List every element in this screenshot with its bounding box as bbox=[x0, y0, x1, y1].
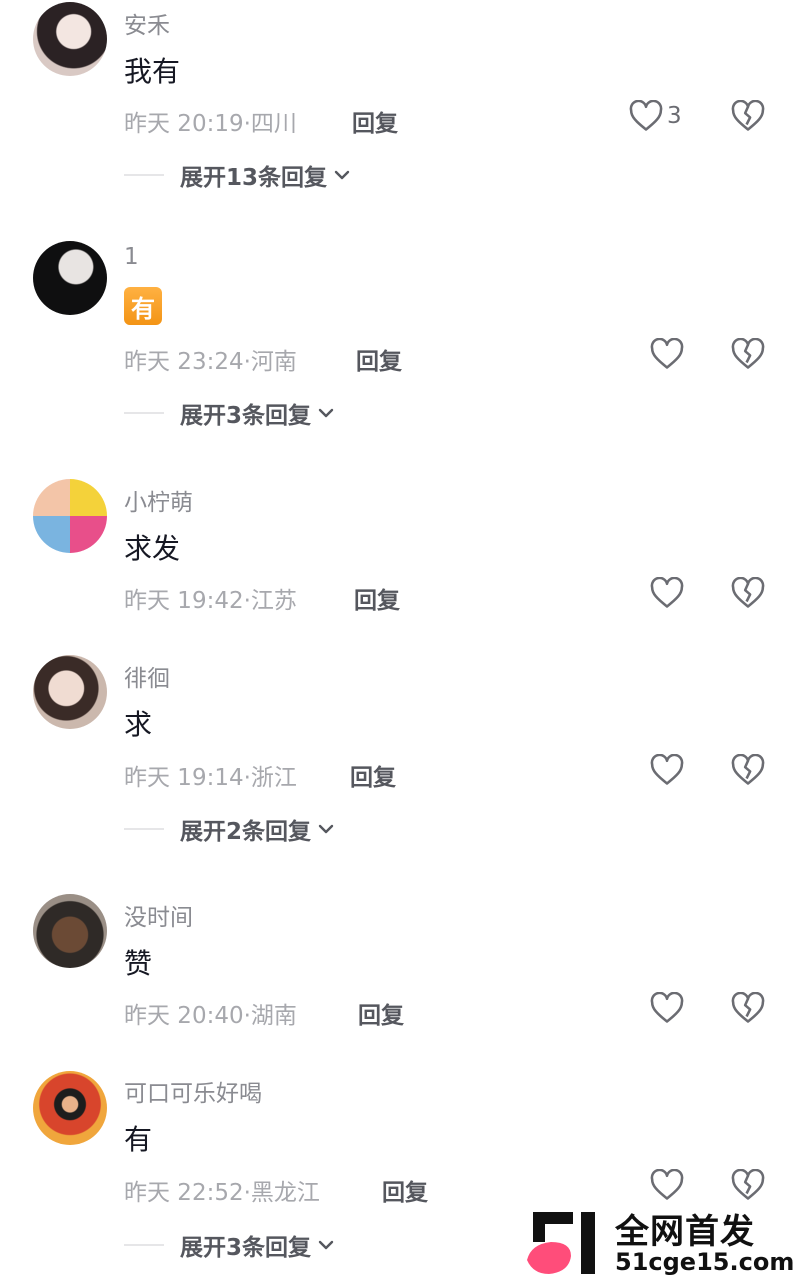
reply-button[interactable]: 回复 bbox=[350, 758, 396, 792]
expand-replies-label: 展开13条回复 bbox=[180, 165, 328, 191]
expand-replies[interactable]: 展开3条回复 bbox=[124, 396, 335, 430]
watermark-logo-icon bbox=[527, 1212, 595, 1274]
avatar[interactable] bbox=[33, 894, 107, 968]
divider bbox=[124, 828, 164, 830]
dislike-button[interactable] bbox=[731, 1168, 765, 1205]
comment-meta: 昨天 19:14·浙江 bbox=[124, 758, 297, 792]
like-button[interactable] bbox=[650, 338, 684, 370]
comment-text: 求发 bbox=[124, 532, 181, 565]
avatar[interactable] bbox=[33, 655, 107, 729]
expand-replies[interactable]: 展开2条回复 bbox=[124, 812, 335, 846]
avatar[interactable] bbox=[33, 1071, 107, 1145]
comment-meta: 昨天 23:24·河南 bbox=[124, 342, 297, 376]
divider bbox=[124, 412, 164, 414]
comment-username[interactable]: 可口可乐好喝 bbox=[124, 1074, 262, 1108]
reply-button[interactable]: 回复 bbox=[352, 104, 398, 138]
heart-outline-icon bbox=[650, 992, 684, 1023]
chevron-down-icon bbox=[318, 824, 334, 834]
reply-button[interactable]: 回复 bbox=[358, 996, 404, 1030]
dislike-button[interactable] bbox=[731, 753, 765, 790]
watermark-title: 全网首发 bbox=[615, 1212, 755, 1252]
like-button[interactable] bbox=[650, 577, 684, 609]
comment-text: 有 bbox=[124, 1123, 153, 1156]
meta-separator: · bbox=[243, 588, 251, 614]
comment-time: 昨天 22:52 bbox=[124, 1180, 244, 1206]
comment-text: 求 bbox=[124, 708, 153, 741]
like-button[interactable] bbox=[650, 1169, 684, 1201]
broken-heart-icon bbox=[731, 991, 765, 1023]
heart-outline-icon bbox=[650, 577, 684, 608]
emoji-sticker: 有 bbox=[124, 287, 162, 325]
expand-replies-label: 展开3条回复 bbox=[180, 403, 312, 429]
chevron-down-icon bbox=[318, 1240, 334, 1250]
comment-time: 昨天 20:19 bbox=[124, 111, 244, 137]
comment-username[interactable]: 小柠萌 bbox=[124, 483, 193, 517]
chevron-down-icon bbox=[318, 408, 334, 418]
comment-text: 我有 bbox=[124, 55, 181, 88]
dislike-button[interactable] bbox=[731, 337, 765, 374]
heart-outline-icon bbox=[650, 338, 684, 369]
meta-separator: · bbox=[243, 111, 251, 137]
reply-button[interactable]: 回复 bbox=[356, 342, 402, 376]
comment-username[interactable]: 1 bbox=[124, 244, 139, 270]
avatar[interactable] bbox=[33, 241, 107, 315]
meta-separator: · bbox=[243, 1003, 251, 1029]
comment-location: 黑龙江 bbox=[250, 1180, 320, 1206]
broken-heart-icon bbox=[731, 337, 765, 369]
comment-meta: 昨天 19:42·江苏 bbox=[124, 581, 297, 615]
reply-button[interactable]: 回复 bbox=[382, 1173, 428, 1207]
expand-replies-label: 展开2条回复 bbox=[180, 819, 312, 845]
broken-heart-icon bbox=[731, 753, 765, 785]
dislike-button[interactable] bbox=[731, 99, 765, 136]
comment-location: 四川 bbox=[250, 111, 297, 137]
meta-separator: · bbox=[243, 349, 251, 375]
divider bbox=[124, 1244, 164, 1246]
comment-username[interactable]: 没时间 bbox=[124, 898, 193, 932]
meta-separator: · bbox=[243, 765, 251, 791]
comment-time: 昨天 19:42 bbox=[124, 588, 244, 614]
broken-heart-icon bbox=[731, 1168, 765, 1200]
comment-meta: 昨天 20:19·四川 bbox=[124, 104, 297, 138]
expand-replies-label: 展开3条回复 bbox=[180, 1235, 312, 1261]
reply-button[interactable]: 回复 bbox=[354, 581, 400, 615]
comment-time: 昨天 19:14 bbox=[124, 765, 244, 791]
comment-location: 湖南 bbox=[250, 1003, 297, 1029]
like-button[interactable]: 3 bbox=[629, 100, 682, 132]
watermark: 全网首发 51cge15.com bbox=[525, 1210, 794, 1280]
like-button[interactable] bbox=[650, 754, 684, 786]
comment-location: 浙江 bbox=[250, 765, 297, 791]
heart-outline-icon bbox=[650, 754, 684, 785]
meta-separator: · bbox=[243, 1180, 251, 1206]
chevron-down-icon bbox=[334, 170, 350, 180]
comment-meta: 昨天 20:40·湖南 bbox=[124, 996, 297, 1030]
like-button[interactable] bbox=[650, 992, 684, 1024]
comment-time: 昨天 20:40 bbox=[124, 1003, 244, 1029]
dislike-button[interactable] bbox=[731, 576, 765, 613]
heart-outline-icon bbox=[650, 1169, 684, 1200]
comment-location: 江苏 bbox=[250, 588, 297, 614]
comment-username[interactable]: 徘徊 bbox=[124, 659, 170, 693]
avatar[interactable] bbox=[33, 479, 107, 553]
like-count: 3 bbox=[667, 103, 682, 129]
expand-replies[interactable]: 展开3条回复 bbox=[124, 1228, 335, 1262]
comment-location: 河南 bbox=[250, 349, 297, 375]
avatar[interactable] bbox=[33, 2, 107, 76]
divider bbox=[124, 174, 164, 176]
broken-heart-icon bbox=[731, 576, 765, 608]
comment-text: 有 bbox=[124, 287, 162, 325]
comment-username[interactable]: 安禾 bbox=[124, 6, 170, 40]
heart-outline-icon bbox=[629, 100, 663, 131]
broken-heart-icon bbox=[731, 99, 765, 131]
expand-replies[interactable]: 展开13条回复 bbox=[124, 158, 351, 192]
comment-meta: 昨天 22:52·黑龙江 bbox=[124, 1173, 320, 1207]
watermark-url: 51cge15.com bbox=[615, 1248, 795, 1276]
comment-time: 昨天 23:24 bbox=[124, 349, 244, 375]
dislike-button[interactable] bbox=[731, 991, 765, 1028]
comment-text: 赞 bbox=[124, 947, 153, 980]
